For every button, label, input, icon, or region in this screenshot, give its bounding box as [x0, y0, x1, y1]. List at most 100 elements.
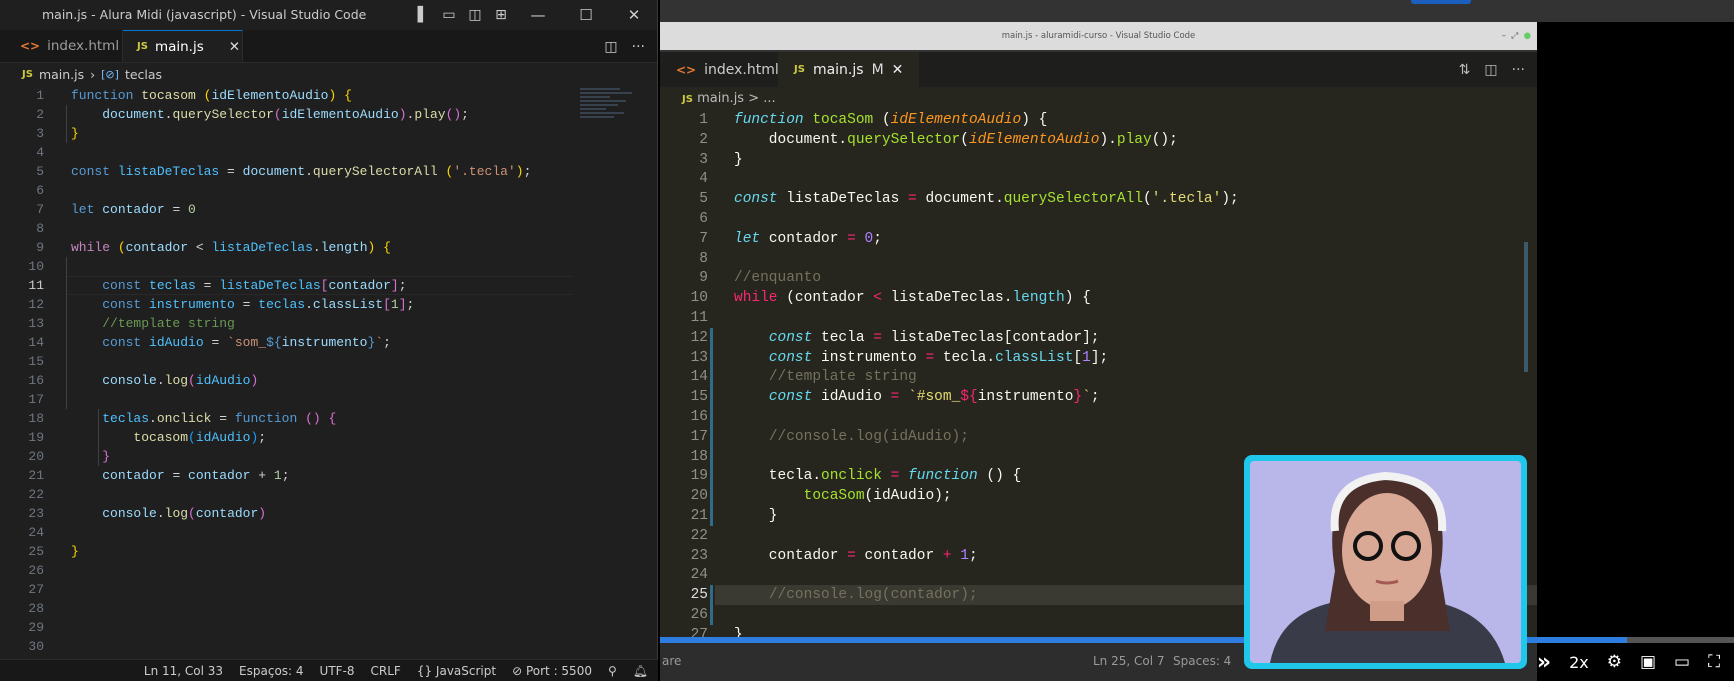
- code-token: =: [219, 164, 243, 179]
- video-tab-index-html: <> index.html: [660, 52, 779, 87]
- more-actions-icon: ···: [1511, 61, 1525, 78]
- line-number: 23: [690, 547, 708, 564]
- code-line: 13 const instrumento = tecla.classList[1…: [660, 348, 1530, 368]
- line-number: 20: [28, 449, 44, 464]
- status-item[interactable]: CRLF: [371, 664, 401, 678]
- minimize-button[interactable]: —: [515, 0, 561, 30]
- line-text: document.querySelector(idElementoAudio).…: [734, 130, 1178, 150]
- code-line: 2 document.querySelector(idElementoAudio…: [0, 105, 580, 124]
- theater-mode-icon[interactable]: ▭: [1674, 652, 1690, 672]
- status-spaces: Spaces: 4: [1173, 654, 1232, 668]
- more-actions-icon[interactable]: ···: [632, 39, 645, 55]
- code-token: ;: [383, 335, 391, 350]
- code-line: 10: [0, 257, 580, 276]
- close-tab-icon: ✕: [891, 61, 904, 78]
- toggle-panel-icon[interactable]: ▭: [437, 0, 461, 30]
- code-editor[interactable]: 1 function tocasom (idElementoAudio) {2 d…: [0, 86, 658, 661]
- code-token: ();: [1151, 131, 1178, 148]
- code-token: document.: [916, 191, 1004, 208]
- playback-speed-button[interactable]: 2x: [1569, 653, 1589, 672]
- line-number: 21: [690, 508, 708, 524]
- skip-forward-icon[interactable]: »: [1537, 650, 1551, 675]
- status-item[interactable]: Ln 11, Col 33: [144, 664, 223, 678]
- code-token: //template string: [768, 369, 917, 386]
- code-token: const: [102, 335, 150, 350]
- code-token: instrumento: [149, 297, 235, 312]
- code-token: let: [71, 202, 103, 217]
- code-token: [: [1073, 349, 1083, 366]
- code-token: idAudio: [195, 430, 251, 445]
- code-token: =: [873, 329, 882, 346]
- close-tab-icon[interactable]: ✕: [229, 39, 240, 55]
- code-token: ;: [406, 297, 415, 312]
- status-item[interactable]: UTF-8: [320, 664, 355, 678]
- line-number: 2: [699, 131, 708, 148]
- line-number: 12: [690, 329, 708, 346]
- code-token: ): [515, 164, 524, 179]
- status-item[interactable]: ⊘ Port : 5500: [512, 664, 592, 678]
- customize-layout-icon[interactable]: ⊞: [489, 0, 513, 30]
- line-text: //template string: [71, 314, 235, 333]
- status-item[interactable]: {} JavaScript: [417, 664, 496, 678]
- code-token: ;: [1090, 389, 1100, 406]
- fullscreen-icon[interactable]: ⛶: [1708, 652, 1720, 672]
- code-line: 12 const tecla = listaDeTeclas[contador]…: [660, 328, 1530, 348]
- maximize-button[interactable]: ☐: [563, 0, 609, 30]
- picture-in-picture-icon[interactable]: ▣: [1640, 652, 1656, 672]
- title-bar: main.js - Alura Midi (javascript) - Visu…: [0, 0, 657, 30]
- breadcrumb-symbol[interactable]: teclas: [125, 63, 162, 86]
- line-text: console.log(idAudio): [71, 371, 258, 390]
- status-item[interactable]: Espaços: 4: [239, 664, 304, 678]
- line-text: while (contador < listaDeTeclas.length) …: [734, 288, 1091, 308]
- notifications-bell-icon[interactable]: 🔔︎: [633, 664, 648, 678]
- breadcrumb-file[interactable]: main.js: [39, 63, 84, 86]
- code-token: querySelectorAll: [312, 164, 438, 179]
- code-token: ]: [398, 297, 407, 312]
- toggle-sidebar-icon[interactable]: ▌: [411, 0, 435, 30]
- code-token: listaDeTeclas: [219, 278, 321, 293]
- code-line: 9 while (contador < listaDeTeclas.length)…: [0, 238, 580, 257]
- line-text: let contador = 0: [71, 200, 196, 219]
- accounts-icon[interactable]: ⚲: [608, 664, 617, 678]
- code-token: idAudio: [195, 373, 251, 388]
- code-token: listaDeTeclas.: [881, 290, 1013, 307]
- line-number: 25: [690, 587, 708, 604]
- minimap[interactable]: [580, 86, 640, 146]
- js-icon: JS: [682, 94, 693, 105]
- line-text: //console.log(contador);: [734, 585, 978, 605]
- close-window-button[interactable]: ✕: [611, 0, 657, 30]
- code-token: //enquanto: [734, 270, 822, 287]
- split-editor-icon[interactable]: ◫: [604, 39, 617, 55]
- tab-main-js[interactable]: JS main.js ✕: [123, 30, 243, 62]
- code-token: (): [445, 107, 462, 122]
- code-line: 5 const listaDeTeclas = document.querySel…: [0, 162, 580, 181]
- code-token: contador: [102, 468, 165, 483]
- code-line: 27: [0, 580, 580, 599]
- toggle-secondary-sidebar-icon[interactable]: ◫: [463, 0, 487, 30]
- code-token: ): [398, 107, 407, 122]
- code-token: const: [768, 329, 822, 346]
- code-token: teclas: [258, 297, 306, 312]
- line-text: teclas.onclick = function () {: [71, 409, 336, 428]
- line-text: }: [734, 506, 778, 526]
- code-token: tocaSom: [803, 488, 865, 505]
- code-token: .: [156, 506, 165, 521]
- video-controls: » 2x ⚙ ▣ ▭ ⛶: [1537, 643, 1734, 681]
- line-number: 22: [690, 527, 708, 544]
- video-player[interactable]: main.js - aluramidi-curso - Visual Studi…: [660, 0, 1734, 681]
- tab-index-html[interactable]: <> index.html: [0, 30, 123, 62]
- settings-gear-icon[interactable]: ⚙: [1607, 652, 1622, 672]
- code-token: idElementoAudio: [890, 112, 1022, 128]
- code-token: const: [102, 297, 150, 312]
- code-line: 4: [0, 143, 580, 162]
- code-token: ;: [873, 230, 882, 247]
- code-line: 16: [660, 407, 1530, 427]
- code-token: <: [188, 240, 212, 255]
- line-number: 15: [28, 354, 44, 369]
- code-line: 26: [0, 561, 580, 580]
